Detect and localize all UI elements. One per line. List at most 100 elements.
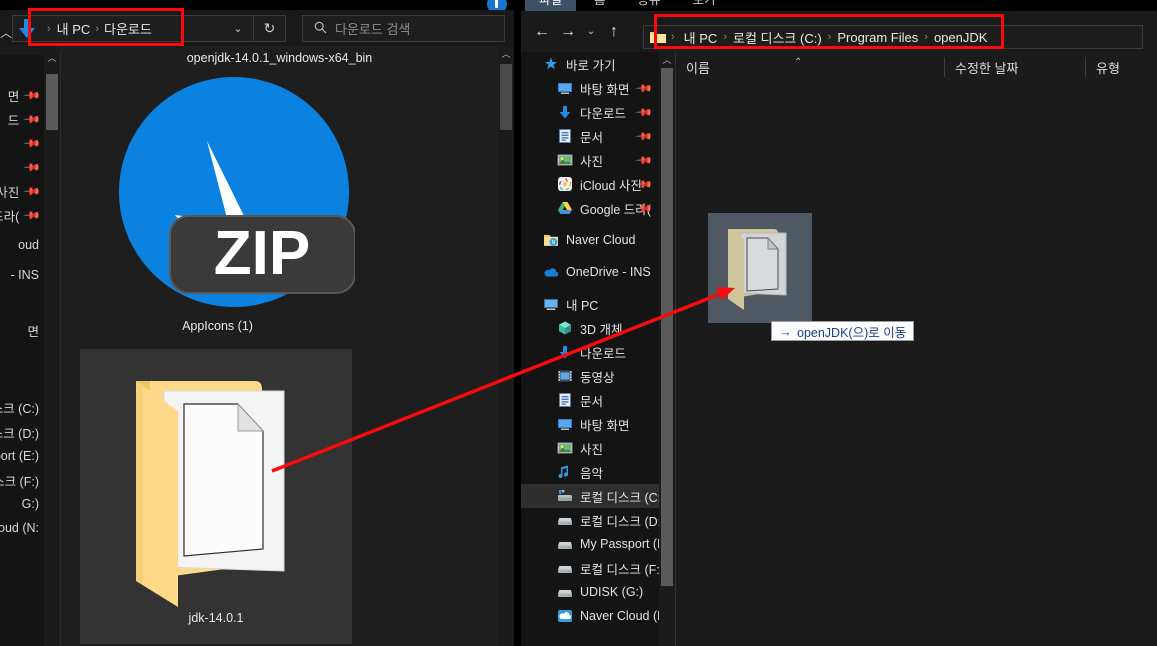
left-nav-item[interactable]: sport (E:) (0, 444, 44, 468)
sidebar-item-desktop[interactable]: 바탕 화면 📌 (521, 76, 659, 100)
sidebar-item-quick-access[interactable]: 바로 가기 (521, 52, 659, 76)
recent-locations-icon[interactable]: ⌄ (581, 21, 601, 43)
left-nav-item[interactable]: oud (0, 233, 44, 257)
tab-view[interactable]: 보기 (679, 0, 730, 11)
left-search-box[interactable]: 다운로드 검색 (302, 15, 505, 42)
back-icon[interactable]: ← (529, 21, 555, 43)
forward-icon[interactable]: → (555, 21, 581, 43)
sidebar-item-downloads-pc[interactable]: 다운로드 (521, 340, 659, 364)
sidebar-item-desktop-pc[interactable]: 바탕 화면 (521, 412, 659, 436)
sidebar-item-google-drive[interactable]: Google 드라( 📌 (521, 196, 659, 220)
breadcrumb-item-1[interactable]: 다운로드 (104, 19, 152, 38)
sidebar-item-local-disk-f[interactable]: 로컬 디스크 (F:) (521, 556, 659, 580)
breadcrumb-item-1[interactable]: 로컬 디스크 (C:) (733, 28, 822, 47)
sidebar-item-3d-objects[interactable]: 3D 개체 (521, 316, 659, 340)
breadcrumb-lead-sep: › (671, 31, 675, 43)
sidebar-item-documents-pc[interactable]: 문서 (521, 388, 659, 412)
sidebar-item-my-passport-e[interactable]: My Passport (E:) (521, 532, 659, 556)
sidebar-item-pictures-pc[interactable]: 사진 (521, 436, 659, 460)
left-nav-item[interactable]: 📌 (0, 155, 44, 179)
pin-icon[interactable]: 📌 (635, 103, 654, 121)
scroll-up-icon[interactable]: ︿ (498, 46, 514, 62)
list-item-jdk-folder[interactable]: jdk-14.0.1 (80, 349, 352, 644)
breadcrumb-item-0[interactable]: 내 PC (57, 19, 91, 38)
column-header-name[interactable]: 이름 ⌃ (676, 52, 944, 82)
sidebar-item-label: My Passport (E:) (580, 537, 659, 551)
sidebar-item-onedrive[interactable]: OneDrive - INS (521, 260, 659, 284)
sidebar-item-videos[interactable]: 동영상 (521, 364, 659, 388)
right-nav-scrollbar[interactable]: ︿ (659, 52, 675, 646)
tab-file[interactable]: 파일 (525, 0, 577, 11)
left-nav-item[interactable]: 면 📌 (0, 83, 44, 107)
pin-icon[interactable]: 📌 (23, 158, 42, 176)
left-nav-item[interactable]: 사진 📌 (0, 179, 44, 203)
left-nav-item[interactable]: 면 (0, 317, 44, 343)
column-header-date-modified[interactable]: 수정한 날짜 (945, 52, 1085, 82)
left-nav-item[interactable]: 스크 (F:) (0, 468, 44, 492)
left-content-scrollbar[interactable]: ︿ (498, 46, 514, 646)
drive-icon (557, 584, 573, 600)
scroll-up-icon[interactable]: ︿ (44, 50, 60, 66)
left-nav-item[interactable] (0, 369, 44, 395)
refresh-icon[interactable]: ↻ (253, 16, 285, 41)
right-breadcrumb[interactable]: 내 PC › 로컬 디스크 (C:) › Program Files › ope… (676, 28, 988, 47)
pin-icon[interactable]: 📌 (23, 110, 42, 128)
sidebar-item-this-pc[interactable]: 내 PC (521, 292, 659, 316)
left-nav-item[interactable] (0, 293, 44, 317)
left-nav-item[interactable]: G:) (0, 492, 44, 516)
left-address-field[interactable]: › 내 PC › 다운로드 ⌄ ↻ (12, 15, 286, 42)
bandizip-zip-icon: ZIP (80, 74, 356, 319)
left-nav-item[interactable]: 스크 (D:) (0, 420, 44, 444)
sidebar-item-pictures[interactable]: 사진 📌 (521, 148, 659, 172)
pin-icon[interactable]: 📌 (23, 134, 42, 152)
drive-icon (557, 512, 573, 528)
sidebar-item-icloud-photos[interactable]: iCloud 사진 📌 (521, 172, 659, 196)
scroll-up-icon[interactable]: ︿ (659, 52, 675, 68)
up-level-icon[interactable]: ︿ (0, 26, 12, 40)
list-item-label: openjdk-14.0.1_windows-x64_bin (186, 51, 373, 65)
pin-icon[interactable]: 📌 (23, 86, 42, 104)
pin-icon[interactable]: 📌 (635, 127, 654, 145)
sidebar-item-local-disk-c[interactable]: 로컬 디스크 (C:) (521, 484, 659, 508)
sidebar-item-udisk-g[interactable]: UDISK (G:) (521, 580, 659, 604)
left-breadcrumb[interactable]: › 내 PC › 다운로드 (39, 19, 152, 38)
sidebar-item-music[interactable]: 음악 (521, 460, 659, 484)
sidebar-item-local-disk-d[interactable]: 로컬 디스크 (D:) (521, 508, 659, 532)
this-pc-icon (543, 296, 559, 312)
left-nav-item[interactable]: 📌 (0, 131, 44, 155)
pin-icon[interactable]: 📌 (23, 206, 42, 224)
list-item-label: jdk-14.0.1 (188, 611, 244, 625)
right-file-list[interactable] (676, 82, 1157, 646)
list-item-appicons[interactable]: ZIP AppIcons (1) (80, 74, 356, 333)
breadcrumb-item-0[interactable]: 내 PC (684, 28, 718, 47)
tab-share[interactable]: 공유 (624, 0, 675, 11)
pin-icon[interactable]: 📌 (635, 79, 654, 97)
breadcrumb-item-2[interactable]: Program Files (837, 30, 918, 45)
pin-icon[interactable]: 📌 (635, 151, 654, 169)
sidebar-item-downloads[interactable]: 다운로드 📌 (521, 100, 659, 124)
tab-home[interactable]: 홈 (580, 0, 620, 11)
left-nav-item[interactable]: - INS (0, 263, 44, 287)
breadcrumb-sep-1: › (827, 31, 832, 43)
sidebar-item-label: 바탕 화면 (580, 418, 630, 433)
scroll-thumb[interactable] (46, 74, 58, 130)
navigation-buttons: ← → ⌄ ↑ (529, 21, 627, 43)
chevron-down-icon[interactable]: ⌄ (223, 22, 253, 35)
column-header-type[interactable]: 유형 (1086, 52, 1157, 82)
left-nav-item[interactable]: 드라(📌 (0, 203, 44, 227)
left-nav-item[interactable] (0, 343, 44, 369)
up-icon[interactable]: ↑ (601, 21, 627, 43)
left-nav-item[interactable]: 드 📌 (0, 107, 44, 131)
sidebar-item-naver-cloud-n[interactable]: Naver Cloud (N: (521, 604, 659, 628)
left-nav-item[interactable]: 스크 (C:) (0, 395, 44, 420)
scroll-thumb[interactable] (661, 68, 673, 586)
star-icon (543, 56, 559, 72)
right-address-field[interactable]: › 내 PC › 로컬 디스크 (C:) › Program Files › o… (643, 25, 1143, 49)
left-nav-item[interactable]: loud (N: (0, 516, 44, 540)
sidebar-item-naver-cloud[interactable]: N Naver Cloud (521, 228, 659, 252)
breadcrumb-item-3[interactable]: openJDK (934, 30, 987, 45)
left-nav-scrollbar[interactable]: ︿ (44, 50, 60, 646)
pin-icon[interactable]: 📌 (23, 182, 42, 200)
scroll-thumb[interactable] (500, 64, 512, 130)
sidebar-item-documents[interactable]: 문서 📌 (521, 124, 659, 148)
